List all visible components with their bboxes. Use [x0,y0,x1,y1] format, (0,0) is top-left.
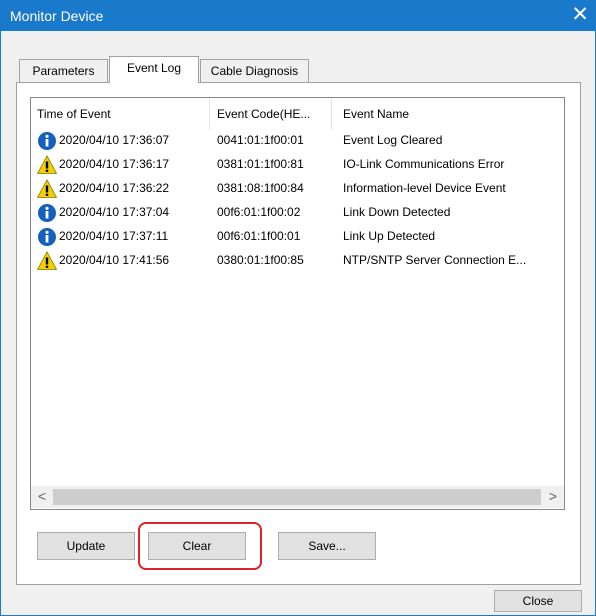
event-code: 0381:01:1f00:81 [217,157,304,171]
event-time: 2020/04/10 17:37:04 [59,205,170,219]
scroll-left-icon[interactable]: < [32,488,52,504]
warning-icon [37,155,57,174]
event-code: 0041:01:1f00:01 [217,133,304,147]
table-row[interactable]: 2020/04/10 17:36:07 0041:01:1f00:01 Even… [31,129,564,153]
event-name: Link Up Detected [343,229,436,243]
column-header-event-code[interactable]: Event Code(HE... [217,107,329,121]
horizontal-scrollbar[interactable]: < > [31,486,564,508]
event-name: IO-Link Communications Error [343,157,505,171]
event-name: Event Log Cleared [343,133,443,147]
event-name: Link Down Detected [343,205,451,219]
clear-button-highlight [138,522,262,570]
list-header: Time of Event Event Code(HE... Event Nam… [31,98,564,130]
save-button[interactable]: Save... [278,532,376,560]
event-name: NTP/SNTP Server Connection E... [343,253,527,267]
event-time: 2020/04/10 17:36:17 [59,157,170,171]
column-header-event-name[interactable]: Event Name [343,107,543,121]
title-bar: Monitor Device ✕ [1,1,595,31]
event-name: Information-level Device Event [343,181,506,195]
table-row[interactable]: 2020/04/10 17:36:22 0381:08:1f00:84 Info… [31,177,564,201]
info-icon [38,204,56,222]
warning-icon [37,251,57,270]
event-code: 0380:01:1f00:85 [217,253,304,267]
event-code: 00f6:01:1f00:01 [217,229,301,243]
table-row[interactable]: 2020/04/10 17:37:11 00f6:01:1f00:01 Link… [31,225,564,249]
event-code: 00f6:01:1f00:02 [217,205,301,219]
table-row[interactable]: 2020/04/10 17:37:04 00f6:01:1f00:02 Link… [31,201,564,225]
scrollbar-thumb[interactable] [53,489,541,505]
info-icon [38,228,56,246]
window-title: Monitor Device [10,8,104,24]
table-row[interactable]: 2020/04/10 17:36:17 0381:01:1f00:81 IO-L… [31,153,564,177]
close-button[interactable]: Close [494,590,582,612]
event-log-list[interactable]: Time of Event Event Code(HE... Event Nam… [30,97,565,510]
update-button[interactable]: Update [37,532,135,560]
table-row[interactable]: 2020/04/10 17:41:56 0380:01:1f00:85 NTP/… [31,249,564,273]
event-time: 2020/04/10 17:36:07 [59,133,170,147]
column-header-time[interactable]: Time of Event [37,107,207,121]
tab-cable-diagnosis[interactable]: Cable Diagnosis [200,59,309,82]
info-icon [38,132,56,150]
event-time: 2020/04/10 17:36:22 [59,181,170,195]
scroll-right-icon[interactable]: > [543,488,563,504]
event-time: 2020/04/10 17:37:11 [59,229,169,243]
event-code: 0381:08:1f00:84 [217,181,304,195]
close-icon[interactable]: ✕ [571,3,589,27]
tab-parameters[interactable]: Parameters [19,59,108,82]
tab-event-log[interactable]: Event Log [109,56,199,83]
warning-icon [37,179,57,198]
event-time: 2020/04/10 17:41:56 [59,253,170,267]
